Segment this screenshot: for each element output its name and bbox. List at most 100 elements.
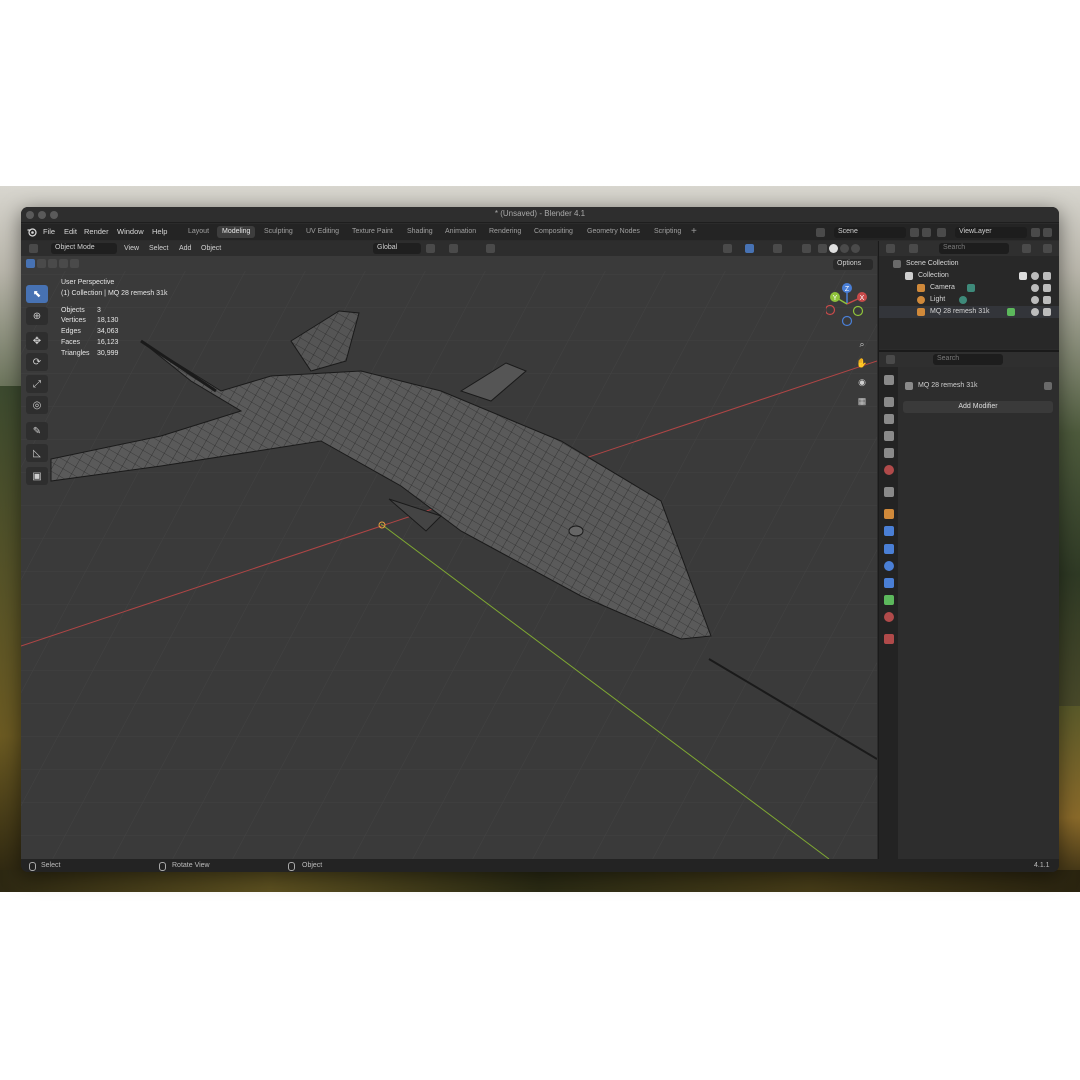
add-cube-tool[interactable]: ▣ (26, 467, 48, 485)
filter-icon[interactable] (1022, 244, 1031, 253)
3d-viewport[interactable]: Object Mode View Select Add Object Globa… (21, 241, 877, 859)
visibility-icon[interactable] (723, 244, 732, 253)
outliner-item-mesh[interactable]: MQ 28 remesh 31k (879, 306, 1059, 318)
tab-geometry-nodes[interactable]: Geometry Nodes (582, 226, 645, 238)
scene-tab-icon[interactable] (884, 448, 894, 458)
wireframe-shading-icon[interactable] (818, 244, 827, 253)
camera-data-icon[interactable] (967, 284, 975, 292)
camera-view-button[interactable]: ◉ (854, 374, 870, 390)
menu-edit[interactable]: Edit (64, 227, 77, 236)
outliner-collection[interactable]: Collection (879, 270, 1059, 282)
tab-rendering[interactable]: Rendering (484, 226, 526, 238)
cursor-tool[interactable]: ⊕ (26, 307, 48, 325)
add-modifier-button[interactable]: Add Modifier (903, 401, 1053, 413)
add-workspace-button[interactable]: + (691, 226, 697, 237)
move-tool[interactable]: ✥ (26, 332, 48, 350)
menu-help[interactable]: Help (152, 227, 167, 236)
options-dropdown[interactable]: Options (833, 259, 873, 270)
tool-tab-icon[interactable] (884, 375, 894, 385)
outliner-scene-collection[interactable]: Scene Collection (879, 258, 1059, 270)
camera-render-icon[interactable] (1043, 308, 1051, 316)
camera-render-icon[interactable] (1043, 296, 1051, 304)
tab-sculpting[interactable]: Sculpting (259, 226, 298, 238)
eye-icon[interactable] (1031, 284, 1039, 292)
gizmo-toggle-icon[interactable] (745, 244, 754, 253)
outliner-item-light[interactable]: Light (879, 294, 1059, 306)
outliner-editor-type-icon[interactable] (886, 244, 895, 253)
tab-texture-paint[interactable]: Texture Paint (347, 226, 398, 238)
select-invert-icon[interactable] (59, 259, 68, 268)
snap-icon[interactable] (449, 244, 458, 253)
viewport-menu-select[interactable]: Select (149, 245, 168, 252)
eye-icon[interactable] (1031, 296, 1039, 304)
measure-tool[interactable]: ◺ (26, 444, 48, 462)
particles-tab-icon[interactable] (884, 544, 894, 554)
display-mode-icon[interactable] (909, 244, 918, 253)
transform-tool[interactable]: ◎ (26, 396, 48, 414)
menu-file[interactable]: File (43, 227, 55, 236)
view-layer-icon[interactable] (937, 228, 946, 237)
select-intersect-icon[interactable] (70, 259, 79, 268)
annotate-tool[interactable]: ✎ (26, 422, 48, 440)
new-collection-icon[interactable] (1043, 244, 1052, 253)
transform-orientation-selector[interactable]: Global (373, 243, 421, 254)
select-new-icon[interactable] (26, 259, 35, 268)
viewport-menu-object[interactable]: Object (201, 245, 221, 252)
tab-compositing[interactable]: Compositing (529, 226, 578, 238)
view-layer-selector[interactable]: ViewLayer (955, 227, 1027, 238)
pivot-icon[interactable] (426, 244, 435, 253)
output-tab-icon[interactable] (884, 414, 894, 424)
modifiers-tab-icon[interactable] (884, 526, 894, 536)
material-tab-icon[interactable] (884, 612, 894, 622)
xray-toggle-icon[interactable] (802, 244, 811, 253)
tab-animation[interactable]: Animation (440, 226, 481, 238)
rotate-tool[interactable]: ⟳ (26, 353, 48, 371)
properties-editor-type-icon[interactable] (886, 355, 895, 364)
tab-uv-editing[interactable]: UV Editing (301, 226, 344, 238)
camera-render-icon[interactable] (1043, 284, 1051, 292)
texture-tab-icon[interactable] (884, 634, 894, 644)
tab-shading[interactable]: Shading (402, 226, 438, 238)
viewport-menu-view[interactable]: View (124, 245, 139, 252)
mode-selector[interactable]: Object Mode (51, 243, 117, 254)
collection-tab-icon[interactable] (884, 487, 894, 497)
select-box-tool[interactable]: ⬉ (26, 285, 48, 303)
data-tab-icon[interactable] (884, 595, 894, 605)
tab-scripting[interactable]: Scripting (649, 226, 686, 238)
tab-modeling[interactable]: Modeling (217, 226, 256, 238)
select-extend-icon[interactable] (37, 259, 46, 268)
zoom-view-button[interactable]: ⌕ (854, 336, 870, 352)
new-scene-icon[interactable] (910, 228, 919, 237)
eye-icon[interactable] (1031, 308, 1039, 316)
world-tab-icon[interactable] (884, 465, 894, 475)
render-tab-icon[interactable] (884, 397, 894, 407)
viewport-menu-add[interactable]: Add (179, 245, 191, 252)
menu-render[interactable]: Render (84, 227, 109, 236)
delete-scene-icon[interactable] (922, 228, 931, 237)
physics-tab-icon[interactable] (884, 561, 894, 571)
new-view-layer-icon[interactable] (1031, 228, 1040, 237)
camera-render-icon[interactable] (1043, 272, 1051, 280)
outliner-search-input[interactable]: Search (939, 243, 1009, 254)
select-subtract-icon[interactable] (48, 259, 57, 268)
pan-view-button[interactable]: ✋ (854, 355, 870, 371)
properties-search-input[interactable]: Search (933, 354, 1003, 365)
scale-tool[interactable]: ⤢ (26, 375, 48, 393)
mesh-data-icon[interactable] (1007, 308, 1015, 316)
proportional-edit-icon[interactable] (486, 244, 495, 253)
blender-logo-icon[interactable] (27, 227, 37, 237)
perspective-toggle-button[interactable]: ▦ (854, 393, 870, 409)
light-data-icon[interactable] (959, 296, 967, 304)
tab-layout[interactable]: Layout (183, 226, 214, 238)
delete-view-layer-icon[interactable] (1043, 228, 1052, 237)
solid-shading-icon[interactable] (829, 244, 838, 253)
outliner-item-camera[interactable]: Camera (879, 282, 1059, 294)
menu-window[interactable]: Window (117, 227, 144, 236)
overlay-toggle-icon[interactable] (773, 244, 782, 253)
pin-icon[interactable] (1044, 382, 1052, 390)
rendered-shading-icon[interactable] (851, 244, 860, 253)
eye-icon[interactable] (1031, 272, 1039, 280)
navigation-gizmo[interactable]: Z X Y (826, 281, 870, 327)
scene-selector[interactable]: Scene (834, 227, 906, 238)
object-tab-icon[interactable] (884, 509, 894, 519)
